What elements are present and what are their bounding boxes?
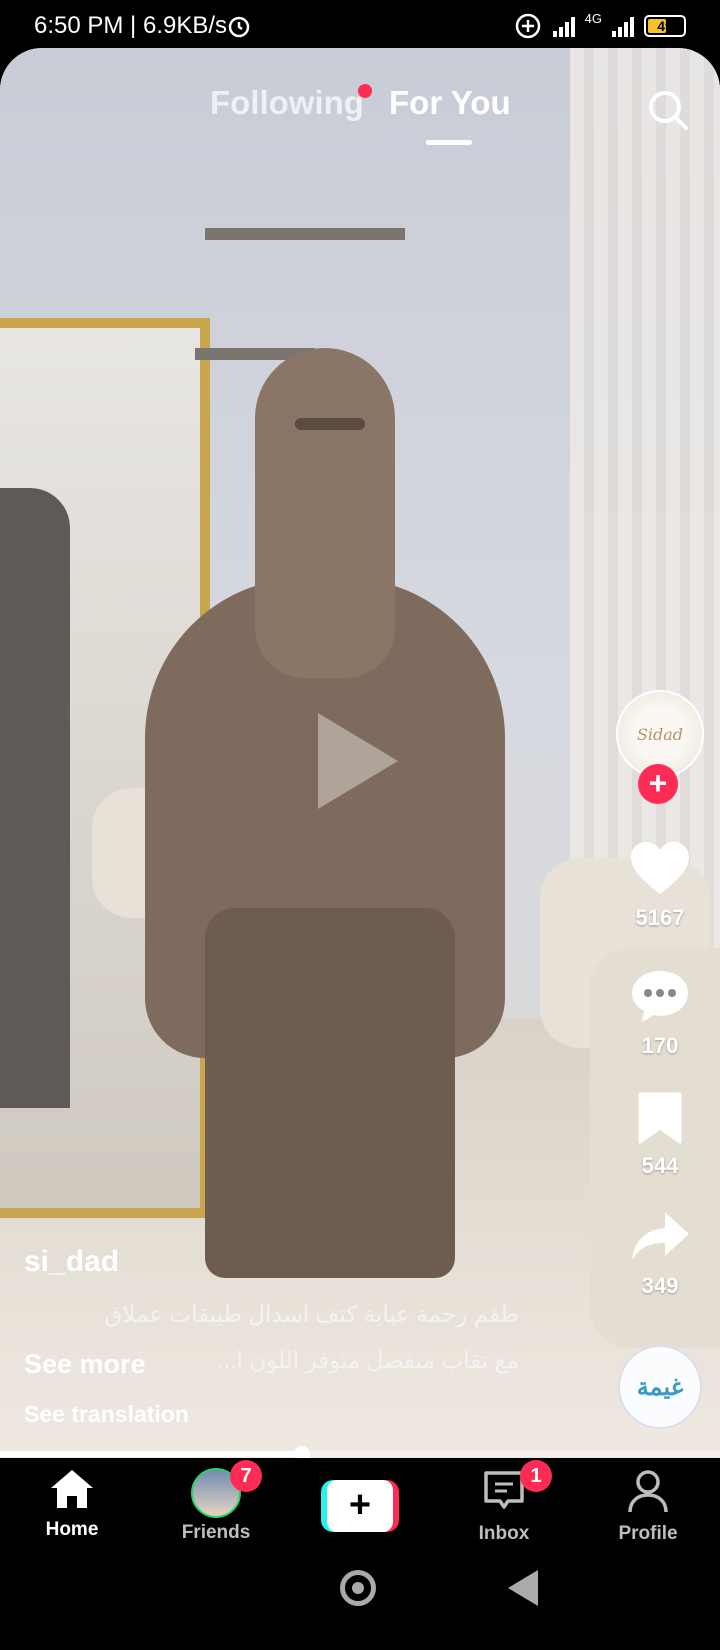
see-more-link[interactable]: See more xyxy=(24,1349,146,1380)
share-count: 349 xyxy=(641,1273,679,1298)
nav-profile-label: Profile xyxy=(618,1523,678,1544)
like-button[interactable]: 5167 xyxy=(616,840,704,931)
network-type: 4G xyxy=(584,11,602,26)
create-button[interactable]: + xyxy=(321,1480,399,1532)
plus-icon: + xyxy=(327,1480,393,1532)
profile-icon xyxy=(628,1470,668,1513)
video-progress-bar[interactable] xyxy=(0,1446,720,1462)
progress-fill xyxy=(0,1451,303,1457)
status-time: 6:50 PM | 6.9KB/s xyxy=(34,12,227,39)
friends-badge: 7 xyxy=(230,1460,262,1492)
tab-following[interactable]: Following xyxy=(210,84,364,122)
search-icon[interactable] xyxy=(646,88,690,132)
bottom-nav: Home 7 Friends + 1 Inbox Profile xyxy=(0,1458,720,1548)
active-tab-indicator xyxy=(426,140,472,145)
caption-line-1: طقم رحمة عباية كتف اسدال طيبقات عملاق xyxy=(104,1301,519,1327)
comment-count: 170 xyxy=(641,1033,679,1058)
home-icon xyxy=(51,1470,93,1508)
nav-home[interactable]: Home xyxy=(0,1458,144,1548)
play-icon[interactable] xyxy=(318,713,398,809)
status-icons: 4G 49 xyxy=(228,11,686,41)
feed-tabs: Following For You xyxy=(0,84,720,164)
comment-button[interactable]: 170 xyxy=(616,968,704,1059)
system-home-button[interactable] xyxy=(340,1570,376,1606)
new-content-dot xyxy=(358,84,372,98)
like-count: 5167 xyxy=(635,905,685,930)
battery-icon: 49 xyxy=(644,15,686,37)
nav-friends-label: Friends xyxy=(181,1522,251,1543)
tab-for-you[interactable]: For You xyxy=(389,84,511,122)
video-caption: si_dad طقم رحمة عباية كتف اسدال طيبقات ع… xyxy=(24,1245,544,1428)
share-icon xyxy=(632,1212,689,1260)
nav-create[interactable]: + xyxy=(288,1458,432,1548)
comment-icon xyxy=(632,971,688,1022)
creator-username[interactable]: si_dad xyxy=(24,1245,544,1279)
nav-home-label: Home xyxy=(45,1519,99,1540)
signal-icon-2 xyxy=(612,15,634,37)
signal-icon xyxy=(552,15,575,37)
system-back-button[interactable] xyxy=(508,1570,538,1606)
save-button[interactable]: 544 xyxy=(616,1090,704,1179)
video-shelf xyxy=(205,228,405,240)
music-disc[interactable]: غيمة xyxy=(618,1345,702,1429)
bookmark-icon xyxy=(638,1092,682,1144)
nav-profile[interactable]: Profile xyxy=(576,1458,720,1548)
nav-inbox-label: Inbox xyxy=(478,1523,530,1544)
save-count: 544 xyxy=(641,1153,679,1178)
see-translation-link[interactable]: See translation xyxy=(24,1401,544,1428)
follow-button[interactable]: + xyxy=(638,764,678,804)
alarm-icon xyxy=(228,16,250,38)
heart-icon xyxy=(631,842,689,894)
data-saver-icon xyxy=(515,13,540,39)
nav-inbox[interactable]: 1 Inbox xyxy=(432,1458,576,1548)
status-bar: 6:50 PM | 6.9KB/s 4G 49 xyxy=(0,0,720,52)
system-nav-bar xyxy=(0,1548,720,1650)
video-subject xyxy=(145,348,505,1278)
nav-friends[interactable]: 7 Friends xyxy=(144,1458,288,1548)
share-button[interactable]: 349 xyxy=(616,1208,704,1299)
creator-avatar-wrap: Sidad + xyxy=(616,690,704,804)
inbox-badge: 1 xyxy=(520,1460,552,1492)
